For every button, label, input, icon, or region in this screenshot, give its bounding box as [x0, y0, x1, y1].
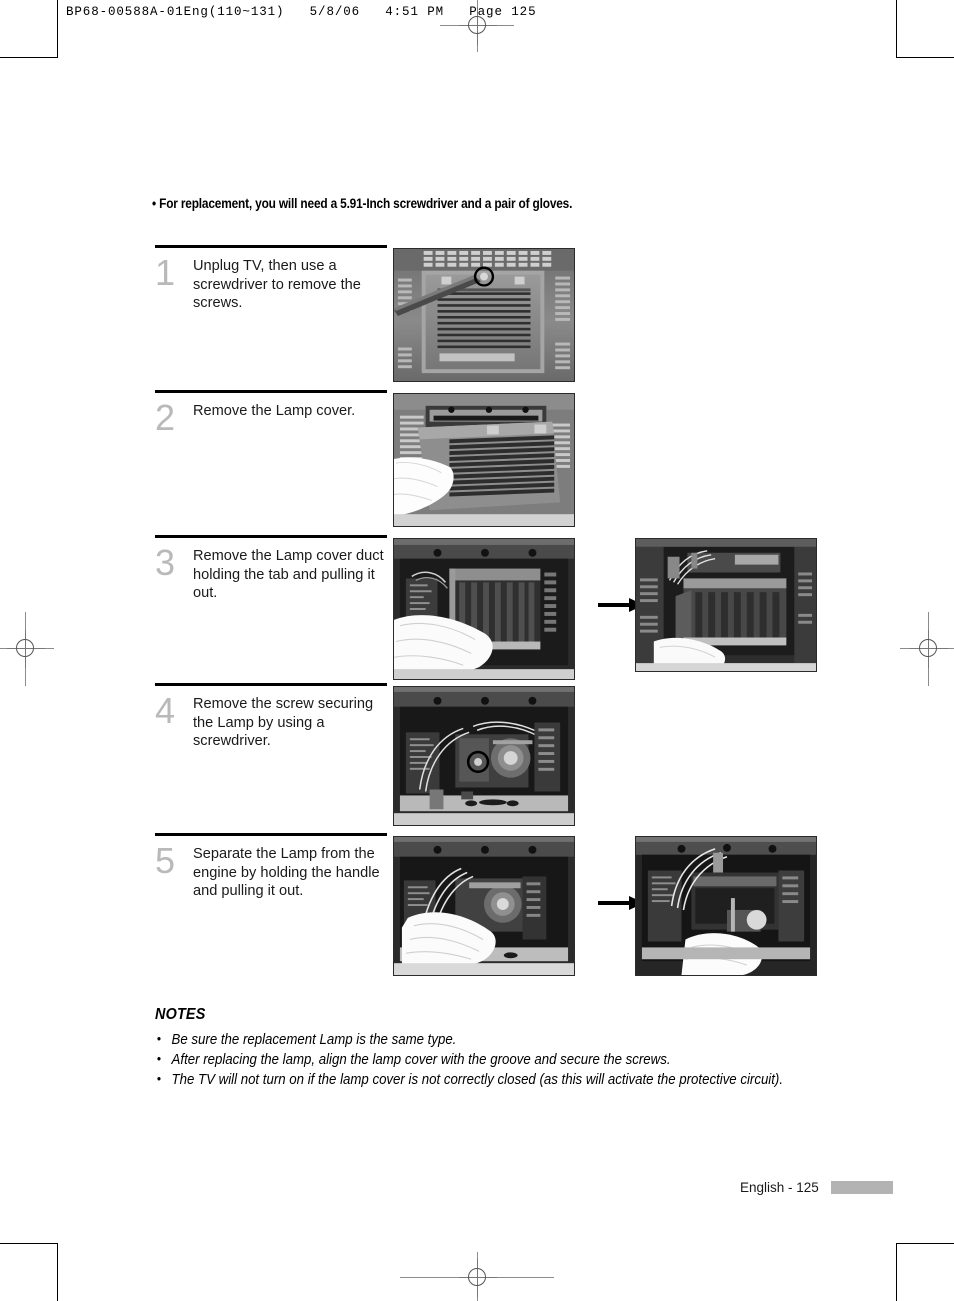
- step-number: 1: [155, 252, 176, 293]
- step-photo: [635, 836, 817, 976]
- step-row: 1 Unplug TV, then use a screwdriver to r…: [155, 245, 835, 390]
- crop-mark-bottom-right-horizontal: [896, 1243, 954, 1244]
- step-instruction-text: Unplug TV, then use a screwdriver to rem…: [193, 258, 361, 312]
- registration-mark-left: [7, 630, 45, 668]
- step-photo: [635, 538, 817, 672]
- intro-note: • For replacement, you will need a 5.91-…: [152, 196, 573, 211]
- page-footer: English - 125: [740, 1180, 893, 1195]
- step-instruction-text: Remove the screw securing the Lamp by us…: [193, 696, 374, 750]
- step-row: 5 Separate the Lamp from the engine by h…: [155, 833, 835, 983]
- note-item: The TV will not turn on if the lamp cove…: [155, 1070, 799, 1090]
- page-number-label: English - 125: [740, 1180, 819, 1195]
- step-number: 5: [155, 840, 176, 881]
- step-number: 2: [155, 397, 176, 438]
- step-photo: [393, 686, 575, 826]
- registration-mark-right: [910, 630, 948, 668]
- step-row: 2 Remove the Lamp cover.: [155, 390, 835, 535]
- crop-mark-top-left-vertical: [57, 0, 58, 58]
- note-item: Be sure the replacement Lamp is the same…: [155, 1030, 799, 1050]
- registration-mark-bottom: [459, 1259, 497, 1297]
- crop-mark-top-left-horizontal: [0, 57, 58, 58]
- crop-mark-bottom-right-vertical: [896, 1243, 897, 1301]
- step-row: 3 Remove the Lamp cover duct holding the…: [155, 535, 835, 683]
- step-photo: [393, 836, 575, 976]
- footer-accent-bar: [830, 1181, 893, 1194]
- step-photo: [393, 393, 575, 527]
- step-number: 4: [155, 690, 176, 731]
- step-photo: [393, 538, 575, 680]
- step-row: 4 Remove the screw securing the Lamp by …: [155, 683, 835, 833]
- crop-mark-top-right-vertical: [896, 0, 897, 58]
- note-item: After replacing the lamp, align the lamp…: [155, 1050, 799, 1070]
- page-header-slug: BP68-00588A-01Eng(110~131) 5/8/06 4:51 P…: [66, 5, 537, 19]
- crop-mark-bottom-left-horizontal: [0, 1243, 58, 1244]
- step-number: 3: [155, 542, 176, 583]
- crop-mark-bottom-left-vertical: [57, 1243, 58, 1301]
- replacement-steps-list: 1 Unplug TV, then use a screwdriver to r…: [155, 245, 835, 983]
- step-instruction-text: Remove the Lamp cover duct holding the t…: [193, 548, 384, 602]
- notes-title: NOTES: [155, 1006, 206, 1023]
- step-instruction-text: Remove the Lamp cover.: [193, 403, 356, 419]
- step-photo: [393, 248, 575, 382]
- step-instruction-text: Separate the Lamp from the engine by hol…: [193, 846, 380, 900]
- notes-section: NOTES Be sure the replacement Lamp is th…: [155, 1006, 855, 1091]
- crop-mark-top-right-horizontal: [896, 57, 954, 58]
